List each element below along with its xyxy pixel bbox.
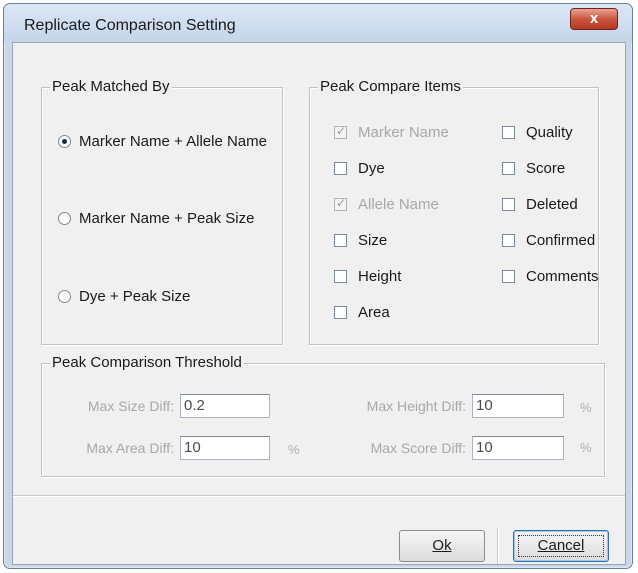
title-bar[interactable]: Replicate Comparison Setting x [4,4,632,42]
checkbox [334,124,347,139]
ok-button[interactable]: Ok [399,530,485,562]
max-score-diff-label: Max Score Diff: [370,440,466,456]
max-height-diff-unit: % [580,400,592,415]
checkbox[interactable] [334,306,347,319]
max-area-diff-label: Max Area Diff: [86,440,174,456]
checkbox[interactable] [502,126,515,139]
check-deleted[interactable]: Deleted [502,196,578,213]
checkbox[interactable] [334,270,347,283]
cancel-button[interactable]: Cancel [513,530,609,562]
peak-compare-items-group: Peak Compare Items Marker Name Dye Allel… [309,78,599,345]
check-height[interactable]: Height [334,268,401,285]
close-button[interactable]: x [570,8,618,30]
check-score[interactable]: Score [502,160,565,177]
radio-marker-peak-size[interactable]: Marker Name + Peak Size [58,210,254,227]
check-marker-name-label: Marker Name [358,124,449,141]
max-score-diff-input[interactable]: 10 [472,436,564,460]
max-size-diff-label: Max Size Diff: [87,398,174,414]
checkbox[interactable] [502,162,515,175]
ok-button-label: Ok [432,537,452,554]
checkbox [334,196,347,211]
check-comments[interactable]: Comments [502,268,599,285]
check-size-label: Size [358,232,388,249]
check-quality-label: Quality [526,124,573,141]
footer-separator [13,495,625,497]
check-deleted-label: Deleted [526,196,578,213]
radio-button[interactable] [58,212,71,225]
checkbox[interactable] [334,234,347,247]
radio-marker-peak-size-label: Marker Name + Peak Size [79,210,255,227]
check-confirmed[interactable]: Confirmed [502,232,595,249]
check-size[interactable]: Size [334,232,387,249]
radio-marker-allele-label: Marker Name + Allele Name [79,133,267,150]
checkbox[interactable] [502,234,515,247]
peak-matched-by-legend: Peak Matched By [50,78,172,95]
check-dye[interactable]: Dye [334,160,385,177]
check-marker-name: Marker Name [334,124,449,141]
check-score-label: Score [526,160,566,177]
radio-dye-peak-size[interactable]: Dye + Peak Size [58,288,190,305]
checkbox[interactable] [502,198,515,211]
radio-button-selected[interactable] [58,135,71,148]
max-height-diff-input[interactable]: 10 [472,394,564,418]
peak-matched-by-group: Peak Matched By Marker Name + Allele Nam… [41,78,283,345]
max-area-diff-unit: % [288,442,300,457]
check-height-label: Height [358,268,402,285]
window-title: Replicate Comparison Setting [24,17,236,34]
max-size-diff-input[interactable]: 0.2 [180,394,270,418]
check-dye-label: Dye [358,160,385,177]
focus-rectangle [518,535,604,557]
checkbox[interactable] [334,162,347,175]
peak-compare-items-legend: Peak Compare Items [318,78,463,95]
check-area[interactable]: Area [334,304,390,321]
checkbox[interactable] [502,270,515,283]
check-allele-name-label: Allele Name [358,196,439,213]
check-confirmed-label: Confirmed [526,232,596,249]
check-area-label: Area [358,304,390,321]
button-divider [497,528,499,564]
radio-marker-allele[interactable]: Marker Name + Allele Name [58,133,267,150]
radio-button[interactable] [58,290,71,303]
dialog-body: Peak Matched By Marker Name + Allele Nam… [12,42,626,565]
check-quality[interactable]: Quality [502,124,573,141]
peak-comparison-threshold-group: Peak Comparison Threshold Max Size Diff:… [41,354,605,477]
threshold-legend: Peak Comparison Threshold [50,354,244,371]
max-height-diff-label: Max Height Diff: [366,398,466,414]
max-score-diff-unit: % [580,440,592,455]
check-comments-label: Comments [526,268,599,285]
radio-dye-peak-size-label: Dye + Peak Size [79,288,191,305]
dialog-window: Replicate Comparison Setting x Peak Matc… [3,3,633,569]
max-area-diff-input[interactable]: 10 [180,436,270,460]
check-allele-name: Allele Name [334,196,439,213]
